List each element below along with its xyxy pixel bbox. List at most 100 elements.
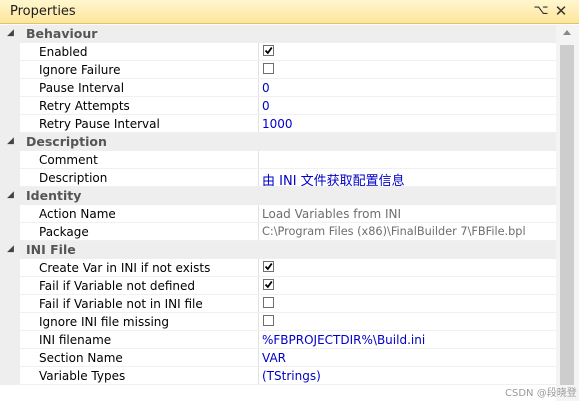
property-row-retry-attempts[interactable]: Retry Attempts 0	[0, 97, 556, 115]
property-row-ini-filename[interactable]: INI filename %FBPROJECTDIR%\Build.ini	[0, 331, 556, 349]
ignore-failure-checkbox[interactable]	[263, 63, 274, 74]
column-divider[interactable]	[258, 61, 259, 79]
collapse-triangle-icon[interactable]: ◢	[7, 136, 14, 146]
property-value[interactable]: 0	[262, 99, 270, 113]
property-row-ignore-failure[interactable]: Ignore Failure	[0, 61, 556, 79]
row-gutter	[0, 367, 20, 385]
row-gutter	[0, 115, 20, 133]
collapse-triangle-icon[interactable]: ◢	[7, 190, 14, 200]
property-row-section-name[interactable]: Section Name VAR	[0, 349, 556, 367]
property-name: Action Name	[39, 207, 116, 221]
row-gutter	[0, 151, 20, 169]
property-name: Fail if Variable not in INI file	[39, 297, 203, 311]
vertical-scrollbar[interactable]	[556, 25, 579, 401]
property-row-ignore-missing[interactable]: Ignore INI file missing	[0, 313, 556, 331]
watermark-text: CSDN @段晓登	[505, 388, 577, 399]
property-name: Comment	[39, 153, 98, 167]
column-divider[interactable]	[258, 367, 259, 385]
property-value[interactable]: 1000	[262, 117, 293, 131]
property-name: Variable Types	[39, 369, 126, 383]
row-gutter	[0, 97, 20, 115]
property-name: Fail if Variable not defined	[39, 279, 196, 293]
fail-not-defined-checkbox[interactable]	[263, 279, 274, 290]
column-divider[interactable]	[258, 169, 259, 187]
row-gutter	[0, 61, 20, 79]
property-name: Pause Interval	[39, 81, 125, 95]
property-row-comment[interactable]: Comment	[0, 151, 556, 169]
column-divider[interactable]	[258, 151, 259, 169]
category-label: Identity	[26, 188, 82, 203]
column-divider[interactable]	[258, 97, 259, 115]
row-line	[20, 384, 556, 385]
property-row-package[interactable]: Package C:\Program Files (x86)\FinalBuil…	[0, 223, 556, 241]
property-name: Section Name	[39, 351, 123, 365]
checkmark-icon	[264, 280, 273, 289]
pin-icon[interactable]: ⌥	[533, 3, 549, 19]
property-value[interactable]: (TStrings)	[262, 369, 321, 383]
row-gutter	[0, 331, 20, 349]
property-value[interactable]: 0	[262, 81, 270, 95]
column-divider[interactable]	[258, 223, 259, 241]
property-value: Load Variables from INI	[262, 207, 402, 221]
category-behaviour[interactable]: ◢ Behaviour	[0, 25, 556, 43]
row-gutter	[0, 43, 20, 61]
column-divider[interactable]	[258, 43, 259, 61]
panel-titlebar: Properties ⌥ ✕	[0, 0, 579, 24]
row-gutter	[0, 295, 20, 313]
row-gutter	[0, 205, 20, 223]
property-name: Enabled	[39, 45, 88, 59]
panel-title: Properties	[10, 4, 76, 19]
column-divider[interactable]	[258, 115, 259, 133]
column-divider[interactable]	[258, 277, 259, 295]
category-description[interactable]: ◢ Description	[0, 133, 556, 151]
row-gutter	[0, 277, 20, 295]
property-name: Description	[39, 171, 108, 185]
column-divider[interactable]	[258, 331, 259, 349]
property-grid: ◢ Behaviour Enabled Ignore Failure Pause…	[0, 25, 556, 401]
column-divider[interactable]	[258, 205, 259, 223]
row-gutter	[0, 79, 20, 97]
property-row-variable-types[interactable]: Variable Types (TStrings)	[0, 367, 556, 385]
property-value[interactable]: VAR	[262, 351, 286, 365]
row-gutter	[0, 169, 20, 187]
property-row-enabled[interactable]: Enabled	[0, 43, 556, 61]
property-value[interactable]: %FBPROJECTDIR%\Build.ini	[262, 333, 425, 347]
collapse-triangle-icon[interactable]: ◢	[7, 244, 14, 254]
collapse-triangle-icon[interactable]: ◢	[7, 28, 14, 38]
property-row-pause-interval[interactable]: Pause Interval 0	[0, 79, 556, 97]
category-label: INI File	[26, 242, 76, 257]
property-row-create-var[interactable]: Create Var in INI if not exists	[0, 259, 556, 277]
scroll-up-icon[interactable]	[563, 30, 571, 35]
column-divider[interactable]	[258, 349, 259, 367]
property-row-retry-pause-interval[interactable]: Retry Pause Interval 1000	[0, 115, 556, 133]
property-row-fail-not-in-ini[interactable]: Fail if Variable not in INI file	[0, 295, 556, 313]
checkmark-icon	[264, 262, 273, 271]
close-icon[interactable]: ✕	[553, 3, 569, 19]
property-name: Retry Attempts	[39, 99, 130, 113]
property-row-fail-not-defined[interactable]: Fail if Variable not defined	[0, 277, 556, 295]
property-name: Package	[39, 225, 89, 239]
fail-not-in-ini-checkbox[interactable]	[263, 297, 274, 308]
category-label: Description	[26, 134, 107, 149]
property-name: Ignore INI file missing	[39, 315, 170, 329]
row-gutter	[0, 313, 20, 331]
property-name: Ignore Failure	[39, 63, 121, 77]
category-ini-file[interactable]: ◢ INI File	[0, 241, 556, 259]
create-var-checkbox[interactable]	[263, 261, 274, 272]
enabled-checkbox[interactable]	[263, 45, 274, 56]
column-divider[interactable]	[258, 79, 259, 97]
property-row-description[interactable]: Description 由 INI 文件获取配置信息	[0, 169, 556, 189]
category-identity[interactable]: ◢ Identity	[0, 187, 556, 205]
property-row-action-name[interactable]: Action Name Load Variables from INI	[0, 205, 556, 223]
property-name: Retry Pause Interval	[39, 117, 160, 131]
column-divider[interactable]	[258, 313, 259, 331]
ignore-missing-checkbox[interactable]	[263, 315, 274, 326]
property-value: C:\Program Files (x86)\FinalBuilder 7\FB…	[262, 225, 526, 238]
row-gutter	[0, 259, 20, 277]
property-name: Create Var in INI if not exists	[39, 261, 211, 275]
properties-panel: Properties ⌥ ✕ ◢ Behaviour Enabled Ignor…	[0, 0, 579, 401]
scroll-thumb[interactable]	[560, 45, 574, 385]
column-divider[interactable]	[258, 295, 259, 313]
row-gutter	[0, 349, 20, 367]
column-divider[interactable]	[258, 259, 259, 277]
